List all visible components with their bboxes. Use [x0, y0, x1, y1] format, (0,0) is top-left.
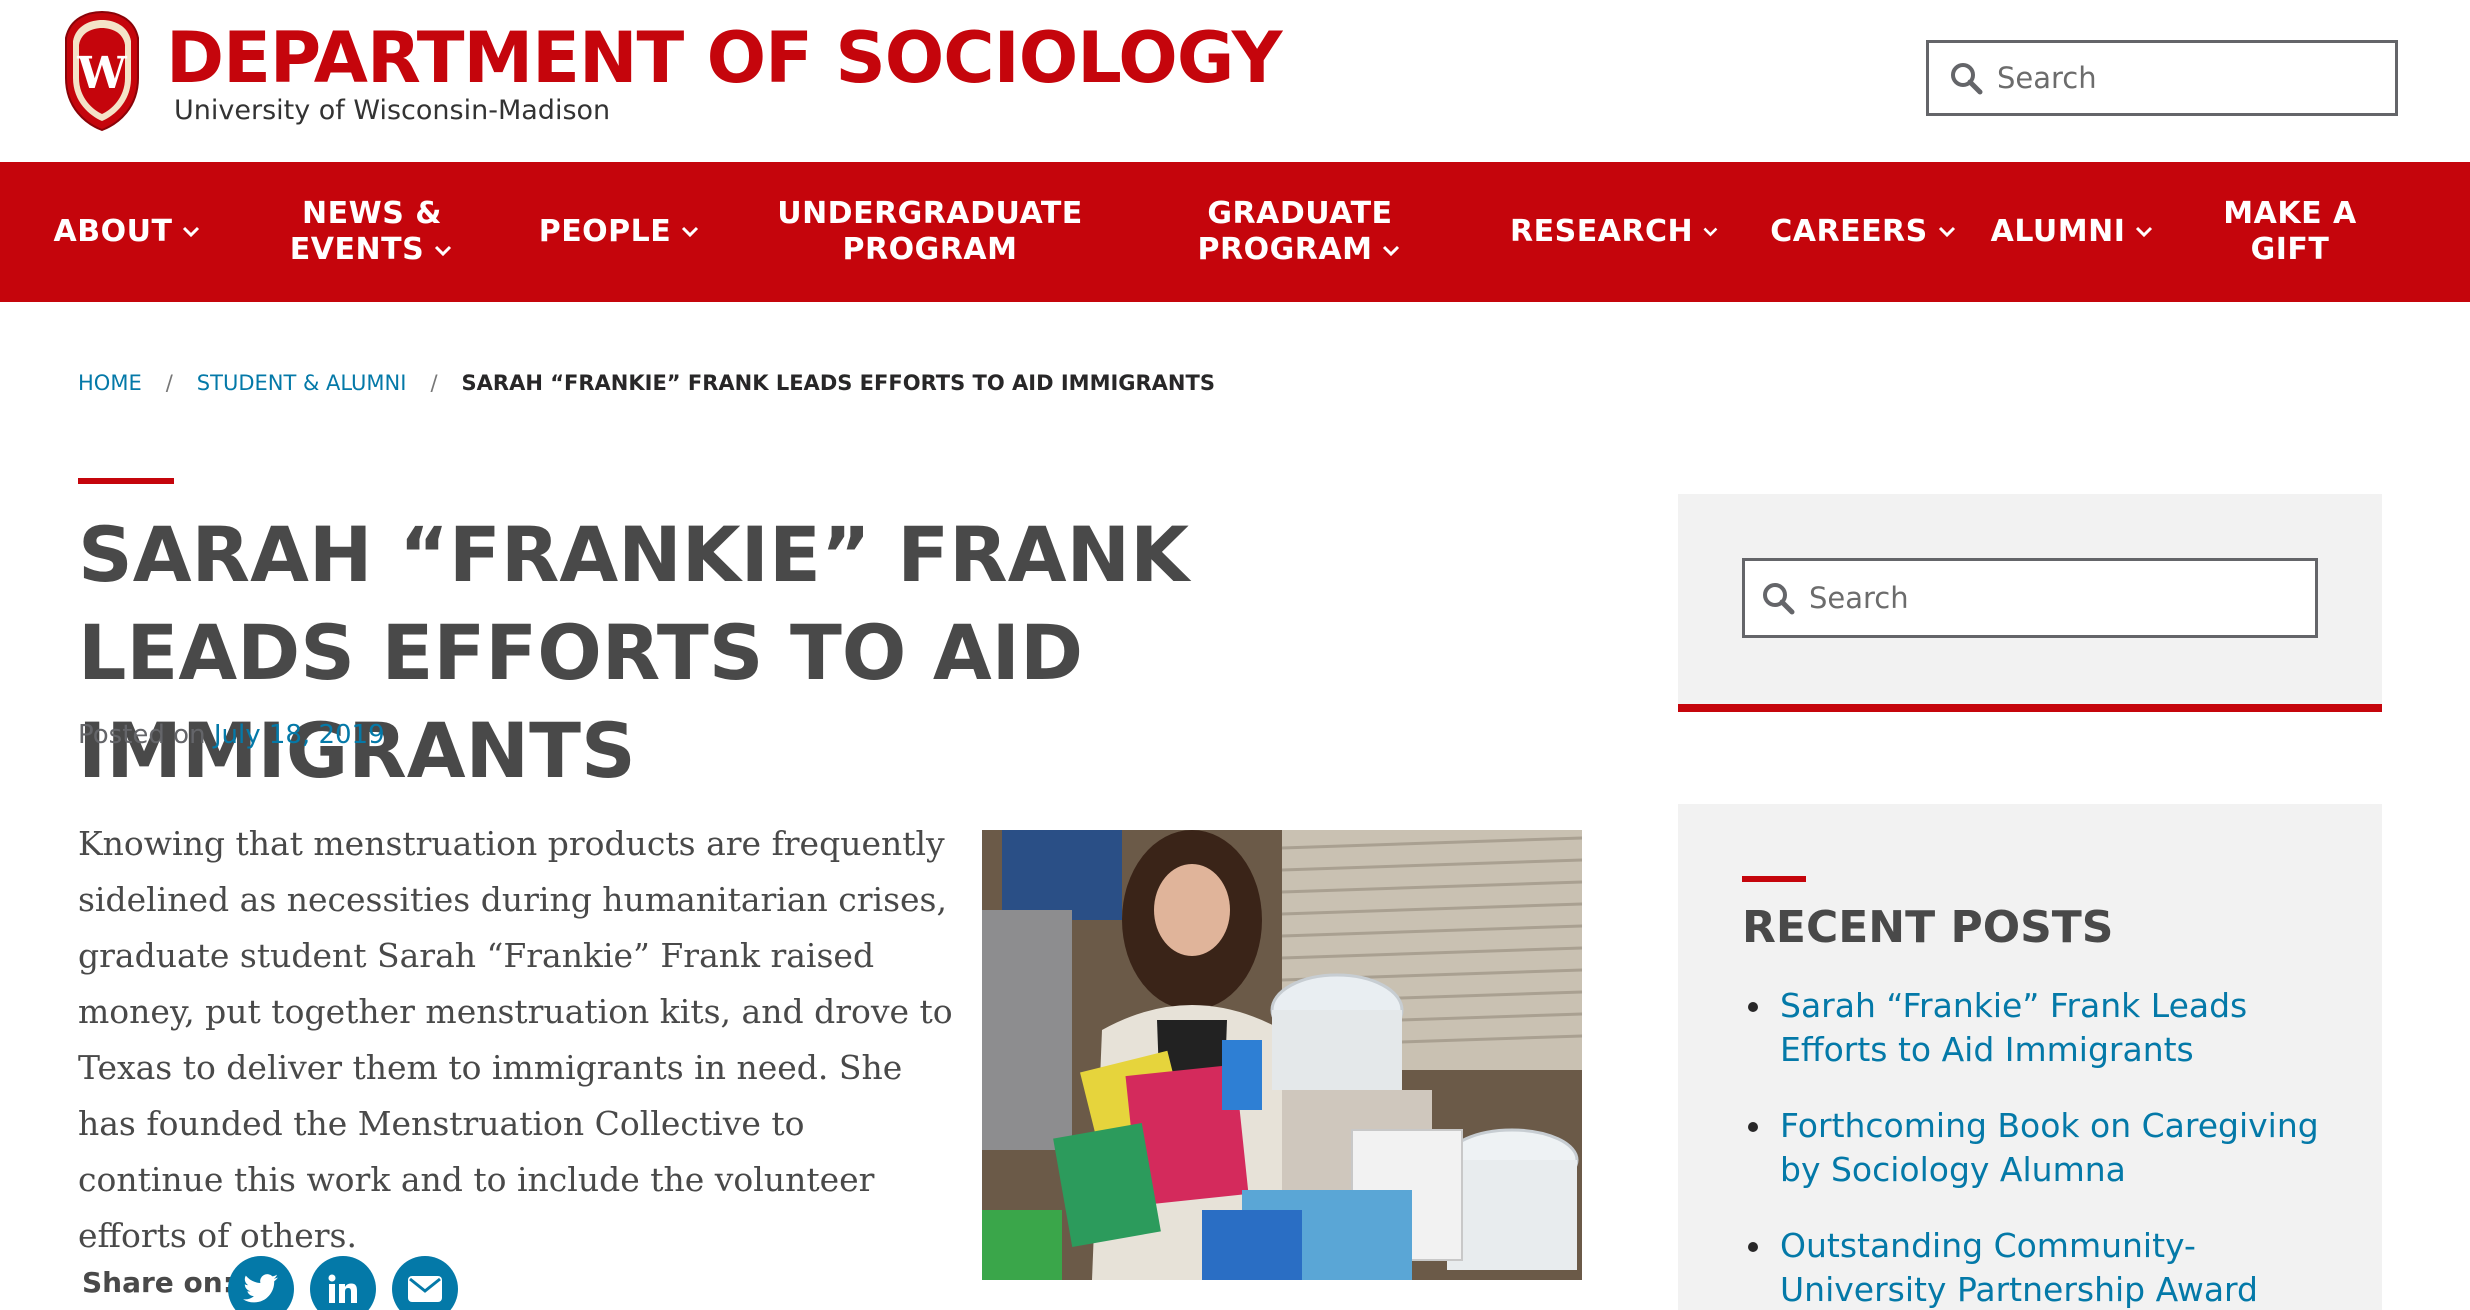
chevron-down-icon: [1383, 245, 1400, 256]
nav-about-label: ABOUT: [53, 214, 173, 249]
nav-gift-line2: GIFT: [2250, 232, 2330, 267]
share-linkedin-button[interactable]: [310, 1256, 376, 1310]
nav-people-label: PEOPLE: [538, 214, 672, 249]
site-title[interactable]: DEPARTMENT OF SOCIOLOGY: [166, 18, 1282, 98]
nav-alumni[interactable]: ALUMNI: [1990, 162, 2156, 302]
nav-graduate-program[interactable]: GRADUATE PROGRAM: [1190, 162, 1410, 302]
breadcrumb-separator: /: [165, 371, 173, 395]
sidebar-search-box[interactable]: [1742, 558, 2318, 638]
breadcrumb-home[interactable]: Home: [78, 371, 142, 395]
chevron-down-icon: [2136, 226, 2153, 238]
recent-post-link[interactable]: Sarah “Frankie” Frank Leads Efforts to A…: [1780, 986, 2247, 1069]
nav-people[interactable]: PEOPLE: [530, 162, 710, 302]
chevron-down-icon: [1703, 227, 1718, 237]
title-accent-bar: [78, 478, 174, 484]
uw-crest-icon: W: [65, 10, 139, 132]
sidebar-search-widget: [1678, 494, 2382, 712]
bullet-icon: [1748, 1122, 1758, 1132]
header-search-box[interactable]: [1926, 40, 2398, 116]
linkedin-icon: [328, 1274, 357, 1303]
share-email-button[interactable]: [392, 1256, 458, 1310]
nav-graduate-label: GRADUATE: [1207, 196, 1393, 231]
recent-post-link[interactable]: Forthcoming Book on Caregiving by Sociol…: [1780, 1106, 2319, 1189]
article-body: Knowing that menstruation products are f…: [78, 824, 953, 1255]
chevron-down-icon: [435, 245, 452, 256]
chevron-down-icon: [183, 226, 200, 238]
site-header: W DEPARTMENT OF SOCIOLOGY University of …: [0, 0, 2470, 162]
nav-events-label: EVENTS: [289, 232, 425, 267]
nav-careers-label: CAREERS: [1770, 214, 1928, 249]
nav-research[interactable]: RESEARCH: [1510, 162, 1720, 302]
search-icon: [1763, 583, 1795, 615]
nav-graduate-line2: PROGRAM: [1197, 232, 1373, 267]
main-nav: ABOUT NEWS & EVENTS PEOPLE UNDERGRADUATE…: [0, 162, 2470, 302]
search-icon: [1951, 63, 1983, 95]
nav-make-a-gift[interactable]: MAKE A GIFT: [2216, 162, 2364, 302]
nav-research-label: RESEARCH: [1510, 214, 1694, 249]
bullet-icon: [1748, 1242, 1758, 1252]
site-subtitle[interactable]: University of Wisconsin-Madison: [174, 94, 610, 128]
article-title: SARAH “FRANKIE” FRANK LEADS EFFORTS TO A…: [78, 510, 1190, 795]
recent-post-link[interactable]: Outstanding Community-University Partner…: [1780, 1226, 2258, 1309]
posted-date-link[interactable]: July 18, 2019: [214, 720, 385, 750]
nav-undergrad-label: UNDERGRADUATE: [777, 196, 1083, 231]
bullet-icon: [1748, 1002, 1758, 1012]
nav-about[interactable]: ABOUT: [48, 162, 208, 302]
nav-news-label: NEWS &: [302, 196, 442, 231]
breadcrumb-section[interactable]: Student & Alumni: [197, 371, 407, 395]
nav-undergraduate-program[interactable]: UNDERGRADUATE PROGRAM: [777, 162, 1083, 302]
recent-posts-widget: RECENT POSTS Sarah “Frankie” Frank Leads…: [1678, 804, 2382, 1310]
twitter-icon: [243, 1274, 278, 1303]
share-label: Share on:: [82, 1266, 234, 1299]
crest-letter: W: [76, 48, 127, 99]
sidebar-search-input[interactable]: [1809, 581, 2289, 615]
breadcrumb-separator: /: [430, 371, 438, 395]
sidebar-accent-bar: [1678, 704, 2382, 712]
header-search-input[interactable]: [1997, 61, 2377, 95]
recent-posts-list: Sarah “Frankie” Frank Leads Efforts to A…: [1742, 984, 2342, 1310]
nav-alumni-label: ALUMNI: [1990, 214, 2126, 249]
breadcrumb: Home / Student & Alumni / Sarah “Frankie” Fr…: [78, 368, 1215, 398]
chevron-down-icon: [682, 226, 699, 238]
breadcrumb-current: Sarah “Frankie” Frank Leads Efforts to A…: [461, 371, 1215, 395]
nav-undergrad-line2: PROGRAM: [842, 232, 1018, 267]
article-photo: [982, 830, 1582, 1280]
recent-accent-bar: [1742, 876, 1806, 882]
list-item: Sarah “Frankie” Frank Leads Efforts to A…: [1742, 984, 2342, 1072]
recent-posts-title: RECENT POSTS: [1742, 902, 2114, 953]
chevron-down-icon: [1938, 226, 1955, 238]
uw-crest-logo[interactable]: W: [60, 8, 144, 132]
posted-date: Posted on July 18, 2019: [78, 718, 385, 752]
email-icon: [408, 1276, 442, 1302]
list-item: Forthcoming Book on Caregiving by Sociol…: [1742, 1104, 2342, 1192]
nav-news-events[interactable]: NEWS & EVENTS: [282, 162, 462, 302]
posted-prefix: Posted on: [78, 720, 206, 750]
photo-illustration: [982, 830, 1582, 1280]
nav-gift-label: MAKE A: [2223, 196, 2357, 231]
list-item: Outstanding Community-University Partner…: [1742, 1224, 2342, 1310]
share-twitter-button[interactable]: [228, 1256, 294, 1310]
nav-careers[interactable]: CAREERS: [1764, 162, 1964, 302]
